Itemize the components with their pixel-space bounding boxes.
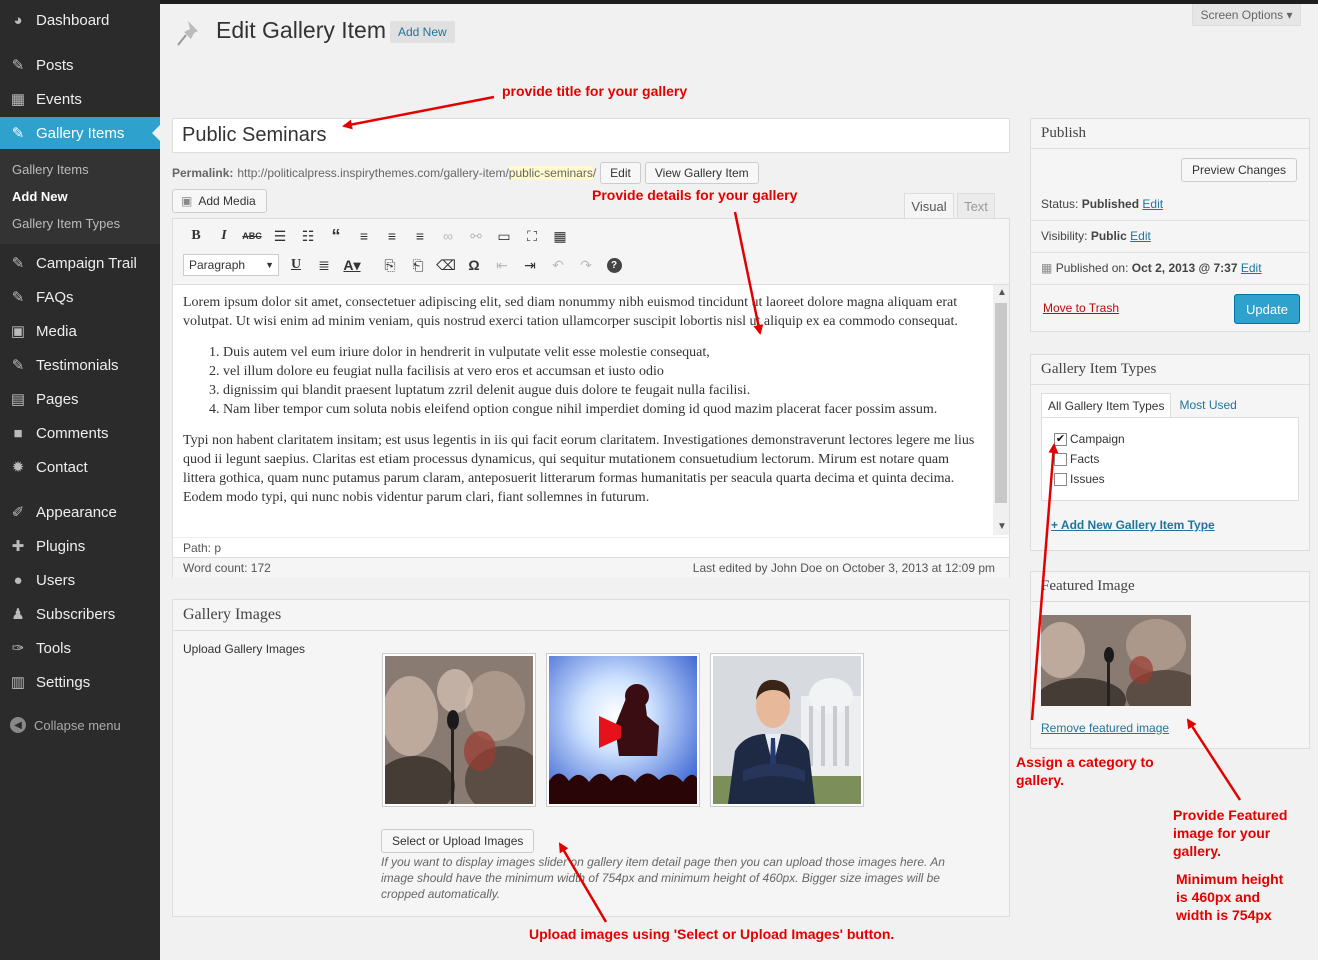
annotation-featured: Provide Featured image for your gallery. xyxy=(1173,807,1288,859)
annotation-details: Provide details for your gallery xyxy=(592,187,798,203)
arrow-to-content xyxy=(733,211,764,335)
arrow-to-upload-button xyxy=(558,842,608,923)
annotation-category: Assign a category to gallery. xyxy=(1016,754,1154,788)
annotation-title: provide title for your gallery xyxy=(502,83,688,99)
annotation-upload: Upload images using 'Select or Upload Im… xyxy=(529,926,895,942)
arrow-to-featured xyxy=(1186,718,1242,801)
arrow-to-category xyxy=(1030,443,1059,721)
annotation-arrows xyxy=(342,95,1242,923)
annotation-size: Minimum height is 460px and width is 754… xyxy=(1176,871,1284,923)
arrow-to-title xyxy=(342,95,495,130)
